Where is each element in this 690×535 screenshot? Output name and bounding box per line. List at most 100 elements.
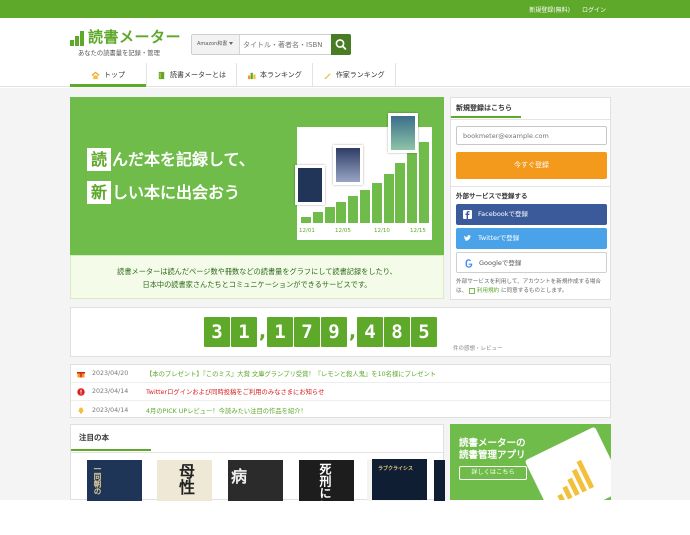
counter-digit: 8 bbox=[384, 317, 410, 347]
hero-line-1: 読んだ本を記録して、 bbox=[87, 146, 255, 171]
news-link[interactable]: 【本のプレゼント】『このミス』大賞 文庫グランプリ受賞！『レモンと殺人鬼』を10… bbox=[146, 369, 436, 378]
counter-digit: 3 bbox=[204, 317, 230, 347]
tab-label: 本ランキング bbox=[260, 71, 302, 79]
review-counter: 3 1 , 1 7 9 , 4 8 5 件の感想・レビュー bbox=[70, 307, 611, 357]
chart-book-cover-3 bbox=[388, 113, 418, 153]
book-cover[interactable]: 一同朝の bbox=[87, 460, 142, 501]
chart-tick: 12/01 bbox=[299, 228, 315, 234]
signup-title: 新規登録はこちら bbox=[451, 98, 521, 118]
home-icon bbox=[91, 71, 100, 79]
search-scope-select[interactable]: Amazon和書 bbox=[192, 35, 240, 54]
hero-reading-chart: 12/01 12/05 12/10 12/15 bbox=[295, 113, 432, 240]
news-item[interactable]: 2023/04/14 Twitterログインおよび同時投稿をご利用のみなさまにお… bbox=[71, 383, 610, 401]
tab-label: 読書メーターとは bbox=[170, 71, 226, 79]
counter-digit: 5 bbox=[411, 317, 437, 347]
app-details-button[interactable]: 詳しくはこちら bbox=[459, 466, 527, 480]
google-signup-label: Googleで登録 bbox=[479, 259, 522, 267]
chart-bar bbox=[312, 212, 323, 223]
chart-book-cover-2 bbox=[333, 145, 363, 185]
chart-bar bbox=[383, 173, 394, 223]
counter-digit: 1 bbox=[267, 317, 293, 347]
book-cover[interactable]: ラブクライシス bbox=[372, 459, 427, 500]
twitter-signup-button[interactable]: Twitterで登録 bbox=[456, 228, 607, 249]
chart-bar bbox=[395, 163, 406, 223]
book-cover[interactable] bbox=[434, 460, 445, 501]
login-link[interactable]: ログイン bbox=[582, 5, 606, 14]
terms-note-after: に同意するものとします。 bbox=[500, 288, 568, 294]
book-cover[interactable]: 母性 bbox=[157, 460, 212, 501]
hero-first-char-1: 読 bbox=[87, 148, 111, 171]
facebook-icon bbox=[463, 210, 472, 219]
site-logo[interactable]: 読書メーター あなたの読書量を記録・管理 bbox=[70, 28, 182, 60]
bar-chart-icon bbox=[70, 30, 86, 46]
hero-text-2: しい本に出会おう bbox=[112, 183, 241, 202]
search-scope-label: Amazon和書 bbox=[197, 41, 228, 47]
counter-comma: , bbox=[258, 321, 267, 343]
tab-book-ranking[interactable]: 本ランキング bbox=[237, 63, 313, 87]
chevron-down-icon bbox=[229, 42, 234, 45]
popular-books-title: 注目の本 bbox=[71, 425, 151, 451]
news-link[interactable]: Twitterログインおよび同時投稿をご利用のみなさまにお知らせ bbox=[146, 387, 324, 396]
account-links: 新規登録(無料) ログイン bbox=[529, 0, 606, 18]
news-list: 2023/04/20 【本のプレゼント】『このミス』大賞 文庫グランプリ受賞！『… bbox=[70, 364, 611, 418]
google-signup-button[interactable]: Googleで登録 bbox=[456, 252, 607, 273]
book-cover[interactable]: 死刑にいたる bbox=[299, 460, 354, 535]
search-bar: Amazon和書 bbox=[191, 34, 351, 55]
divider bbox=[451, 119, 610, 120]
counter-digit: 9 bbox=[321, 317, 347, 347]
hero-first-char-2: 新 bbox=[87, 181, 111, 204]
book-cover-title: ラブクライシス bbox=[378, 466, 414, 472]
counter-digits: 3 1 , 1 7 9 , 4 8 5 bbox=[204, 317, 438, 347]
intro-line-2: 日本中の読書家さんたちとコミュニケーションができるサービスです。 bbox=[142, 280, 372, 289]
logo-tagline: あなたの読書量を記録・管理 bbox=[78, 50, 160, 57]
news-item[interactable]: 2023/04/20 【本のプレゼント】『このミス』大賞 文庫グランプリ受賞！『… bbox=[71, 365, 610, 383]
counter-label: 件の感想・レビュー bbox=[453, 346, 503, 352]
logo-name: 読書メーター bbox=[88, 28, 182, 46]
chart-book-cover-1 bbox=[295, 165, 325, 205]
counter-digit: 1 bbox=[231, 317, 257, 347]
gift-icon bbox=[77, 372, 85, 378]
intro-line-1: 読書メーターは読んだページ数や冊数などの読書量をグラフにして読書記録をしたり、 bbox=[117, 267, 397, 276]
search-input[interactable] bbox=[243, 37, 329, 52]
twitter-signup-label: Twitterで登録 bbox=[478, 234, 520, 242]
news-date: 2023/04/20 bbox=[92, 370, 129, 377]
hero-line-2: 新しい本に出会おう bbox=[87, 179, 240, 204]
email-field[interactable] bbox=[456, 126, 607, 145]
chart-tick: 12/15 bbox=[410, 228, 426, 234]
book-cover[interactable]: 病 bbox=[228, 460, 283, 501]
book-cover-title: 母性 bbox=[176, 463, 195, 495]
news-link[interactable]: 4月のPICK UPレビュー！今読みたい注目の作品を紹介！ bbox=[146, 406, 307, 415]
chart-tick: 12/10 bbox=[374, 228, 390, 234]
site-header: 読書メーター あなたの読書量を記録・管理 Amazon和書 トップ 読書メーター… bbox=[0, 18, 690, 87]
facebook-signup-label: Facebookで登録 bbox=[478, 210, 529, 218]
app-banner-line-2: 読書管理アプリ bbox=[459, 450, 526, 461]
phone-illustration bbox=[524, 426, 611, 500]
twitter-icon bbox=[464, 235, 472, 242]
book-cover-title: 死刑にいたる bbox=[318, 463, 332, 535]
book-icon bbox=[158, 71, 165, 79]
news-item[interactable]: 2023/04/14 4月のPICK UPレビュー！今読みたい注目の作品を紹介！ bbox=[71, 401, 610, 419]
search-button[interactable] bbox=[331, 34, 351, 55]
hero-text-1: んだ本を記録して、 bbox=[112, 150, 255, 169]
register-button[interactable]: 今すぐ登録 bbox=[456, 152, 607, 179]
tab-author-ranking[interactable]: 作家ランキング bbox=[313, 63, 396, 87]
facebook-signup-button[interactable]: Facebookで登録 bbox=[456, 204, 607, 225]
tab-about[interactable]: 読書メーターとは bbox=[147, 63, 237, 87]
terms-note: 外部サービスを利用して、アカウントを新規作成する場合は、 利用規約 に同意するも… bbox=[456, 278, 608, 296]
document-icon bbox=[469, 287, 475, 294]
chart-bar bbox=[360, 189, 370, 223]
book-cover-title: 一同朝の bbox=[93, 465, 102, 495]
terms-link[interactable]: 利用規約 bbox=[477, 288, 499, 294]
app-banner[interactable]: 読書メーターの 読書管理アプリ 詳しくはこちら bbox=[450, 424, 611, 500]
chart-bar bbox=[301, 216, 311, 223]
chart-bar bbox=[371, 182, 382, 223]
chart-tick: 12/05 bbox=[335, 228, 351, 234]
ranking-icon bbox=[247, 72, 256, 79]
chart-bar bbox=[336, 201, 347, 223]
chart-bar bbox=[324, 207, 335, 223]
alert-icon bbox=[77, 388, 85, 396]
tab-top[interactable]: トップ bbox=[70, 63, 147, 87]
external-signup-title: 外部サービスで登録する bbox=[456, 192, 528, 200]
register-link[interactable]: 新規登録(無料) bbox=[529, 5, 570, 14]
news-date: 2023/04/14 bbox=[92, 388, 129, 395]
